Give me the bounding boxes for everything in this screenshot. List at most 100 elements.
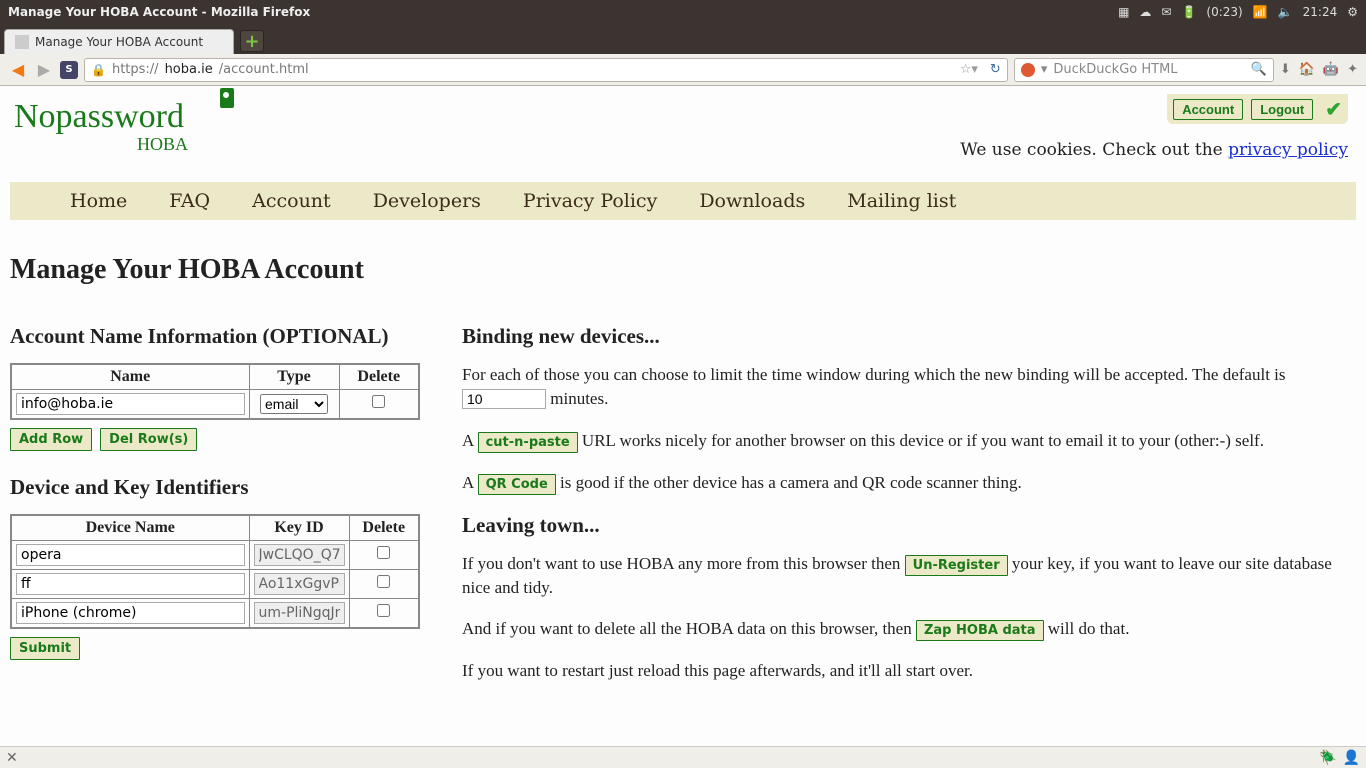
status-addon-icon[interactable]: 👤 [1343, 750, 1360, 766]
col-devname: Device Name [11, 515, 249, 541]
device-name-input[interactable] [16, 573, 245, 595]
key-id-field [254, 573, 345, 595]
mail-icon[interactable]: ✉ [1161, 5, 1171, 19]
binding-p1: For each of those you can choose to limi… [462, 363, 1356, 411]
add-row-button[interactable]: Add Row [10, 428, 92, 451]
url-bar[interactable]: 🔒 https:// hoba.ie/account.html ☆▾ ↻ [84, 58, 1008, 82]
clock: 21:24 [1303, 5, 1338, 19]
table-row [11, 541, 419, 570]
table-row [11, 570, 419, 599]
device-name-input[interactable] [16, 602, 245, 624]
gear-icon[interactable]: ⚙ [1347, 5, 1358, 19]
col-name: Name [11, 364, 249, 390]
browser-toolbar: ◀ ▶ S 🔒 https:// hoba.ie/account.html ☆▾ … [0, 54, 1366, 86]
un-register-button[interactable]: Un-Register [905, 555, 1008, 576]
delete-checkbox[interactable] [377, 546, 390, 559]
nav-downloads[interactable]: Downloads [699, 190, 805, 212]
download-icon[interactable]: ⬇ [1280, 62, 1291, 77]
privacy-policy-link[interactable]: privacy policy [1228, 140, 1348, 160]
reload-icon[interactable]: ↻ [990, 62, 1001, 77]
addon-icon[interactable]: ✦ [1347, 62, 1358, 77]
battery-icon[interactable]: 🔋 [1181, 5, 1196, 19]
key-icon [220, 88, 234, 108]
device-key-table: Device Name Key ID Delete [10, 514, 420, 629]
new-tab-button[interactable]: + [240, 30, 264, 52]
page-title: Manage Your HOBA Account [10, 254, 1356, 286]
main-nav: Home FAQ Account Developers Privacy Poli… [10, 182, 1356, 220]
del-rows-button[interactable]: Del Row(s) [100, 428, 197, 451]
leaving-p2: And if you want to delete all the HOBA d… [462, 617, 1356, 641]
apps-icon[interactable]: ▦ [1118, 5, 1129, 19]
firebug-icon[interactable]: 🪲 [1319, 750, 1336, 766]
close-icon[interactable]: ✕ [6, 750, 18, 766]
url-path: /account.html [219, 62, 309, 77]
forward-button[interactable]: ▶ [34, 60, 54, 80]
delete-checkbox[interactable] [377, 604, 390, 617]
logo-text-1: Nopassword [14, 98, 184, 135]
search-go-icon[interactable]: 🔍 [1251, 62, 1267, 77]
sync-icon[interactable]: S [60, 61, 78, 79]
search-engine-dropdown-icon[interactable]: ▾ [1041, 62, 1048, 77]
logo-text-2: HOBA [14, 134, 236, 155]
battery-time: (0:23) [1206, 5, 1242, 19]
zap-hoba-button[interactable]: Zap HOBA data [916, 620, 1044, 641]
type-select[interactable]: email [260, 394, 328, 414]
delete-checkbox[interactable] [377, 575, 390, 588]
browser-statusbar: ✕ 🪲 👤 [0, 746, 1366, 768]
tab-title: Manage Your HOBA Account [35, 35, 203, 49]
check-icon: ✔ [1325, 97, 1342, 121]
volume-icon[interactable]: 🔈 [1278, 5, 1293, 19]
url-host: hoba.ie [165, 62, 213, 77]
window-title: Manage Your HOBA Account - Mozilla Firef… [8, 5, 1118, 19]
favicon [15, 35, 29, 49]
nav-developers[interactable]: Developers [373, 190, 481, 212]
table-row: email [11, 390, 419, 420]
account-info-heading: Account Name Information (OPTIONAL) [10, 324, 430, 349]
url-prefix: https:// [112, 62, 159, 77]
back-button[interactable]: ◀ [8, 60, 28, 80]
col-type: Type [249, 364, 339, 390]
device-key-heading: Device and Key Identifiers [10, 475, 430, 500]
leaving-p1: If you don't want to use HOBA any more f… [462, 552, 1356, 600]
binding-heading: Binding new devices... [462, 324, 1356, 349]
logout-button[interactable]: Logout [1251, 99, 1313, 120]
cut-n-paste-button[interactable]: cut-n-paste [478, 432, 578, 453]
col-keyid: Key ID [249, 515, 349, 541]
home-icon[interactable]: 🏠 [1299, 62, 1315, 77]
table-row [11, 599, 419, 629]
account-button[interactable]: Account [1173, 99, 1243, 120]
binding-p3: A QR Code is good if the other device ha… [462, 471, 1356, 495]
nav-home[interactable]: Home [70, 190, 127, 212]
leaving-heading: Leaving town... [462, 513, 1356, 538]
search-placeholder: DuckDuckGo HTML [1053, 62, 1177, 77]
name-input[interactable] [16, 393, 245, 415]
lock-icon: 🔒 [91, 63, 106, 77]
os-menubar: Manage Your HOBA Account - Mozilla Firef… [0, 0, 1366, 24]
search-bar[interactable]: ▾ DuckDuckGo HTML 🔍 [1014, 58, 1274, 82]
binding-p2: A cut-n-paste URL works nicely for anoth… [462, 429, 1356, 453]
device-name-input[interactable] [16, 544, 245, 566]
key-id-field [254, 544, 345, 566]
browser-tabstrip: Manage Your HOBA Account + [0, 24, 1366, 54]
cloud-icon[interactable]: ☁ [1139, 5, 1151, 19]
system-tray: ▦ ☁ ✉ 🔋 (0:23) 📶 🔈 21:24 ⚙ [1118, 5, 1358, 19]
leaving-p3: If you want to restart just reload this … [462, 659, 1356, 683]
bookmark-star-icon[interactable]: ☆▾ [960, 62, 978, 77]
nav-mailing[interactable]: Mailing list [847, 190, 956, 212]
nav-privacy[interactable]: Privacy Policy [523, 190, 657, 212]
wifi-icon[interactable]: 📶 [1253, 5, 1268, 19]
addon-robot-icon[interactable]: 🤖 [1323, 62, 1339, 77]
key-id-field [254, 602, 345, 624]
browser-tab-active[interactable]: Manage Your HOBA Account [4, 29, 234, 54]
page-viewport[interactable]: Nopassword HOBA Account Logout ✔ We use … [0, 86, 1366, 768]
duckduckgo-icon [1021, 63, 1035, 77]
submit-button[interactable]: Submit [10, 637, 80, 660]
col-delete2: Delete [349, 515, 419, 541]
col-delete: Delete [339, 364, 419, 390]
delete-checkbox[interactable] [372, 395, 385, 408]
nav-faq[interactable]: FAQ [169, 190, 210, 212]
site-logo[interactable]: Nopassword HOBA [10, 90, 240, 159]
nav-account[interactable]: Account [252, 190, 331, 212]
qr-code-button[interactable]: QR Code [478, 474, 556, 495]
minutes-input[interactable] [462, 389, 546, 409]
